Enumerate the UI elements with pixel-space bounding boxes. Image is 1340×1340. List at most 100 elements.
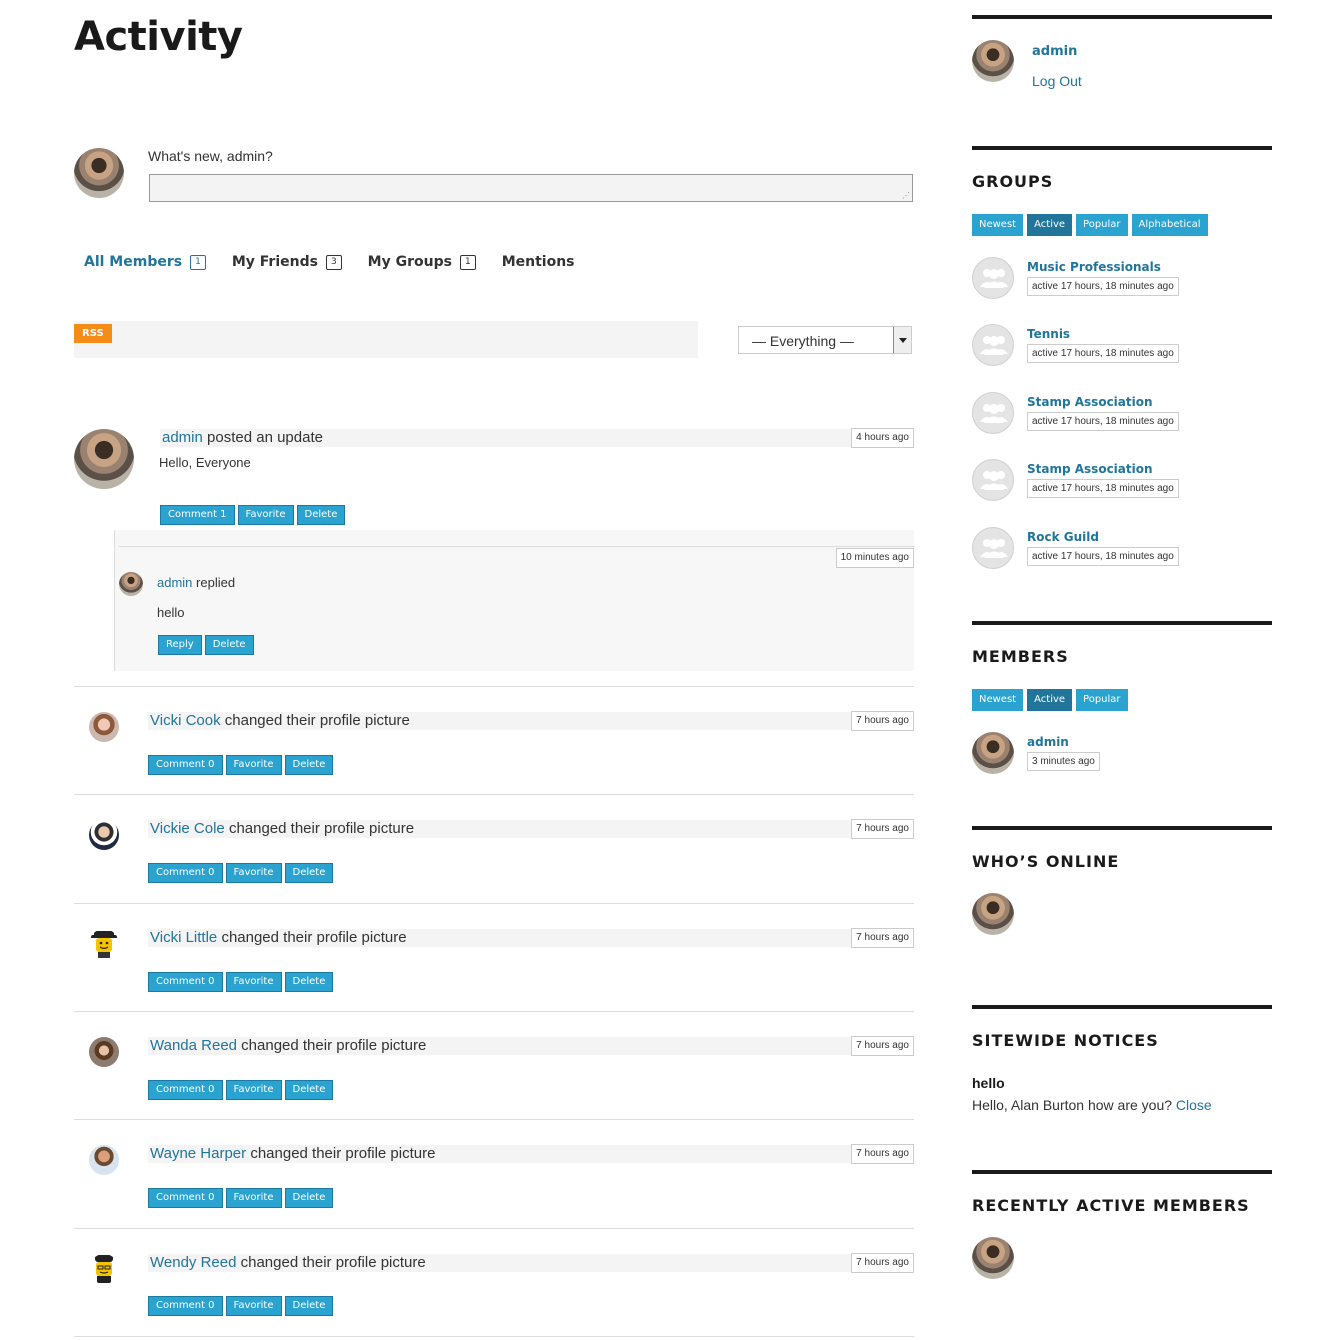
group-avatar[interactable] [972,257,1014,299]
activity-tabs: All Members 1 My Friends 3 My Groups 1 M… [84,254,601,270]
activity-user-link[interactable]: admin [162,429,203,446]
filter-popular[interactable]: Popular [1076,214,1128,236]
group-name-link[interactable]: Music Professionals [1027,260,1161,274]
filter-newest[interactable]: Newest [972,689,1024,711]
comment-button[interactable]: Comment 0 [148,863,223,883]
comment-content: hello [157,605,185,620]
activity-action: changed their profile picture [240,1254,426,1271]
whats-new-textarea[interactable]: ⋰ [149,174,913,202]
delete-button[interactable]: Delete [284,1188,334,1208]
tab-all-members[interactable]: All Members 1 [84,254,206,270]
favorite-button[interactable]: Favorite [225,755,282,775]
delete-button[interactable]: Delete [284,972,334,992]
group-name-link[interactable]: Stamp Association [1027,462,1153,476]
filter-popular[interactable]: Popular [1076,689,1128,711]
activity-avatar[interactable] [89,929,119,959]
activity-user-link[interactable]: Vicki Cook [150,712,221,729]
delete-button[interactable]: Delete [204,635,254,655]
delete-button[interactable]: Delete [284,1080,334,1100]
group-active-time: active 17 hours, 18 minutes ago [1027,344,1179,363]
activity-avatar[interactable] [89,712,119,742]
group-item: Music Professionals active 17 hours, 18 … [972,257,1272,307]
online-member-avatar[interactable] [972,893,1014,935]
group-avatar[interactable] [972,459,1014,501]
comment-button[interactable]: Comment 0 [148,972,223,992]
timestamp[interactable]: 7 hours ago [851,711,914,731]
favorite-button[interactable]: Favorite [225,1080,282,1100]
account-avatar[interactable] [972,40,1014,82]
comment-timestamp[interactable]: 10 minutes ago [835,548,914,568]
activity-user-link[interactable]: Wendy Reed [150,1254,236,1271]
delete-button[interactable]: Delete [284,863,334,883]
logout-link[interactable]: Log Out [1032,73,1082,89]
favorite-button[interactable]: Favorite [225,1188,282,1208]
tab-mentions[interactable]: Mentions [502,254,575,270]
recent-member-avatar[interactable] [972,1237,1014,1279]
filter-newest[interactable]: Newest [972,214,1024,236]
timestamp[interactable]: 7 hours ago [851,928,914,948]
tab-my-friends[interactable]: My Friends 3 [232,254,342,270]
group-active-time: active 17 hours, 18 minutes ago [1027,479,1179,498]
comment-avatar[interactable] [119,572,143,596]
favorite-button[interactable]: Favorite [225,863,282,883]
activity-header: Wayne Harper changed their profile pictu… [148,1144,914,1164]
activity-user-link[interactable]: Wayne Harper [150,1145,246,1162]
tab-my-groups[interactable]: My Groups 1 [368,254,476,270]
comment-button[interactable]: Comment 0 [148,755,223,775]
filter-active[interactable]: Active [1027,214,1073,236]
activity-filter-select[interactable]: — Everything — [738,326,912,354]
group-name-link[interactable]: Stamp Association [1027,395,1153,409]
group-avatar[interactable] [972,392,1014,434]
dropdown-arrow-icon[interactable] [893,327,911,353]
group-name-link[interactable]: Tennis [1027,327,1070,341]
comment-button[interactable]: Comment 1 [160,505,235,525]
comment-action: replied [196,575,236,590]
filter-alphabetical[interactable]: Alphabetical [1131,214,1208,236]
comment-user-link[interactable]: admin [157,575,192,590]
activity-header: admin posted an update 4 hours ago [160,428,914,448]
activity-user-link[interactable]: Wanda Reed [150,1037,237,1054]
member-active-time: 3 minutes ago [1027,752,1100,771]
activity-avatar[interactable] [89,1254,119,1284]
favorite-button[interactable]: Favorite [225,972,282,992]
sitewide-notices-title: SITEWIDE NOTICES [972,1031,1159,1050]
timestamp[interactable]: 7 hours ago [851,1144,914,1164]
delete-button[interactable]: Delete [284,1296,334,1316]
rss-button[interactable]: RSS [74,324,112,343]
group-active-time: active 17 hours, 18 minutes ago [1027,412,1179,431]
favorite-button[interactable]: Favorite [237,505,294,525]
delete-button[interactable]: Delete [296,505,346,525]
filter-active[interactable]: Active [1027,689,1073,711]
favorite-button[interactable]: Favorite [225,1296,282,1316]
reply-button[interactable]: Reply [158,635,202,655]
notice-close-link[interactable]: Close [1176,1097,1212,1113]
timestamp[interactable]: 7 hours ago [851,1036,914,1056]
tab-count: 1 [459,254,476,270]
user-avatar[interactable] [74,148,124,198]
member-name-link[interactable]: admin [1027,735,1069,749]
widget-rule [972,621,1272,625]
divider [74,686,914,687]
account-username[interactable]: admin [1032,44,1077,59]
comment-button[interactable]: Comment 0 [148,1188,223,1208]
activity-avatar[interactable] [89,1037,119,1067]
group-avatar[interactable] [972,324,1014,366]
activity-action: changed their profile picture [228,820,415,837]
activity-actions: Comment 0 Favorite Delete [148,755,334,775]
activity-user-link[interactable]: Vicki Little [150,929,217,946]
timestamp[interactable]: 7 hours ago [851,1253,914,1273]
group-name-link[interactable]: Rock Guild [1027,530,1099,544]
timestamp[interactable]: 4 hours ago [851,428,914,448]
recently-active-title: RECENTLY ACTIVE MEMBERS [972,1196,1250,1215]
group-avatar[interactable] [972,527,1014,569]
resize-grip-icon[interactable]: ⋰ [902,191,910,200]
post-avatar[interactable] [74,429,134,489]
activity-avatar[interactable] [89,820,119,850]
activity-avatar[interactable] [89,1145,119,1175]
activity-user-link[interactable]: Vickie Cole [150,820,225,837]
timestamp[interactable]: 7 hours ago [851,819,914,839]
comment-button[interactable]: Comment 0 [148,1080,223,1100]
member-avatar[interactable] [972,732,1014,774]
comment-button[interactable]: Comment 0 [148,1296,223,1316]
delete-button[interactable]: Delete [284,755,334,775]
